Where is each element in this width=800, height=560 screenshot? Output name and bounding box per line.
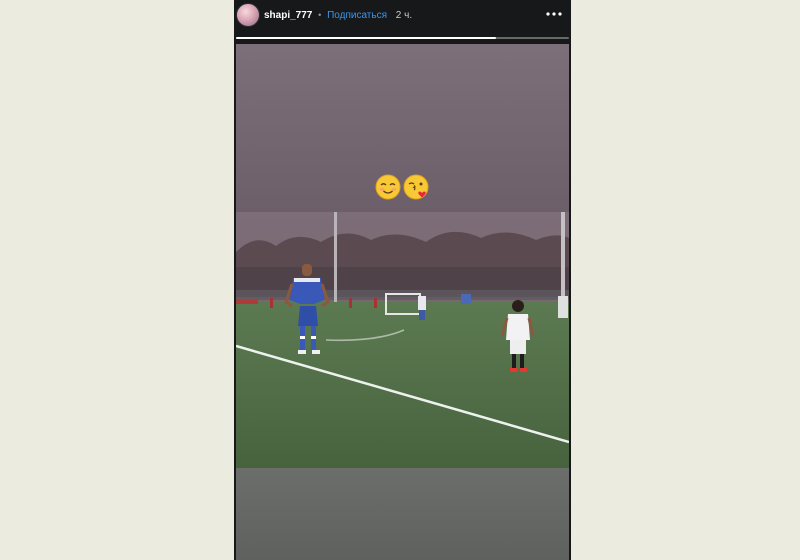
story-timestamp: 2 ч.: [395, 10, 413, 21]
story-viewer: shapi_777 • Подписаться 2 ч.: [234, 0, 571, 560]
story-progress-fill: [236, 37, 496, 39]
story-progress-bar: [236, 37, 569, 39]
story-header: shapi_777 • Подписаться 2 ч.: [234, 0, 571, 44]
story-media[interactable]: [236, 44, 569, 560]
more-options-icon[interactable]: [545, 7, 563, 21]
smiling-face-emoji-icon: [375, 174, 401, 200]
story-background-bottom: [236, 468, 569, 560]
emoji-sticker-row: [375, 174, 429, 200]
user-avatar[interactable]: [236, 3, 260, 27]
separator-dot: •: [318, 10, 322, 20]
story-meta: shapi_777 • Подписаться 2 ч.: [264, 8, 412, 22]
football-match-photo: [236, 212, 569, 468]
username-link[interactable]: shapi_777: [264, 10, 312, 21]
face-blowing-kiss-emoji-icon: [403, 174, 429, 200]
follow-button[interactable]: Подписаться: [327, 10, 387, 21]
